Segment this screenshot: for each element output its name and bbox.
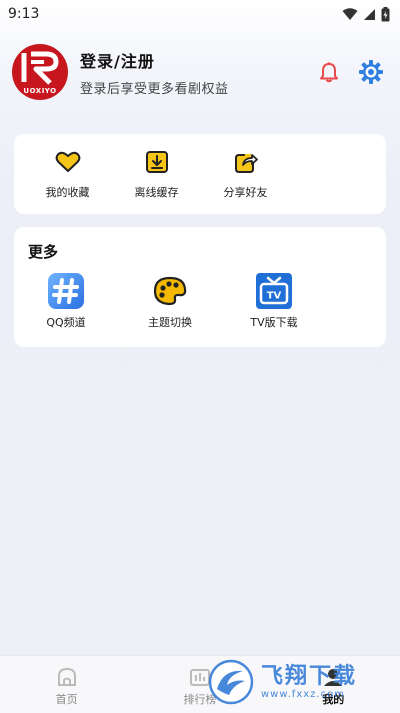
wifi-icon [342,7,358,20]
status-icons [342,6,390,22]
svg-text:TV: TV [267,291,282,302]
profile-text[interactable]: 登录/注册 登录后享受更多看剧权益 [80,48,318,97]
tv-icon: TV [256,273,292,309]
qq-channel-label: QQ频道 [46,316,86,329]
watermark-text-block: 飞翔下载 www.fxxz.com [261,663,358,700]
download-icon [145,151,168,173]
more-section-title: 更多 [28,243,59,261]
share-icon [234,154,258,173]
qq-channel-icon [48,273,84,309]
share-friends-item[interactable]: 分享好友 [201,148,290,200]
offline-cache-item[interactable]: 离线缓存 [112,148,201,200]
login-subtitle: 登录后享受更多看剧权益 [80,81,229,97]
avatar[interactable]: UOXIYO [12,44,68,100]
header-actions [318,59,384,85]
login-register-link[interactable]: 登录/注册 [80,48,318,72]
status-bar: 9:13 [0,0,400,28]
nav-home[interactable]: 首页 [0,656,133,713]
watermark-title: 飞翔下载 [261,663,358,689]
bell-icon[interactable] [318,61,340,83]
profile-header: UOXIYO 登录/注册 登录后享受更多看剧权益 [12,44,388,100]
palette-icon [153,276,187,306]
more-row: QQ频道 主题切换 TV TV版下载 [14,262,386,330]
offline-cache-label: 离线缓存 [134,186,179,199]
status-time: 9:13 [8,6,40,22]
share-friends-label: 分享好友 [223,186,268,199]
favorites-label: 我的收藏 [45,186,90,199]
battery-icon [381,6,390,21]
tv-download-item[interactable]: TV TV版下载 [222,272,326,330]
gear-icon[interactable] [358,59,384,85]
watermark-logo-icon [208,659,254,705]
nav-home-label: 首页 [55,693,78,706]
brand-logo-icon [21,51,59,85]
signal-icon [364,8,375,20]
avatar-brand-text: UOXIYO [23,87,57,95]
qq-channel-item[interactable]: QQ频道 [14,272,118,330]
site-watermark: 飞翔下载 www.fxxz.com [205,659,395,705]
theme-switch-item[interactable]: 主题切换 [118,272,222,330]
heart-icon [55,151,80,172]
tv-download-label: TV版下载 [250,316,298,329]
tools-card: 我的收藏 离线缓存 分享好友 [14,134,386,214]
more-card: 更多 QQ频道 主题切换 TV TV版下载 [14,227,386,347]
tools-row: 我的收藏 离线缓存 分享好友 [14,134,386,200]
favorites-item[interactable]: 我的收藏 [23,148,112,200]
watermark-url: www.fxxz.com [261,688,345,700]
home-icon [57,667,76,686]
theme-switch-label: 主题切换 [148,316,192,329]
